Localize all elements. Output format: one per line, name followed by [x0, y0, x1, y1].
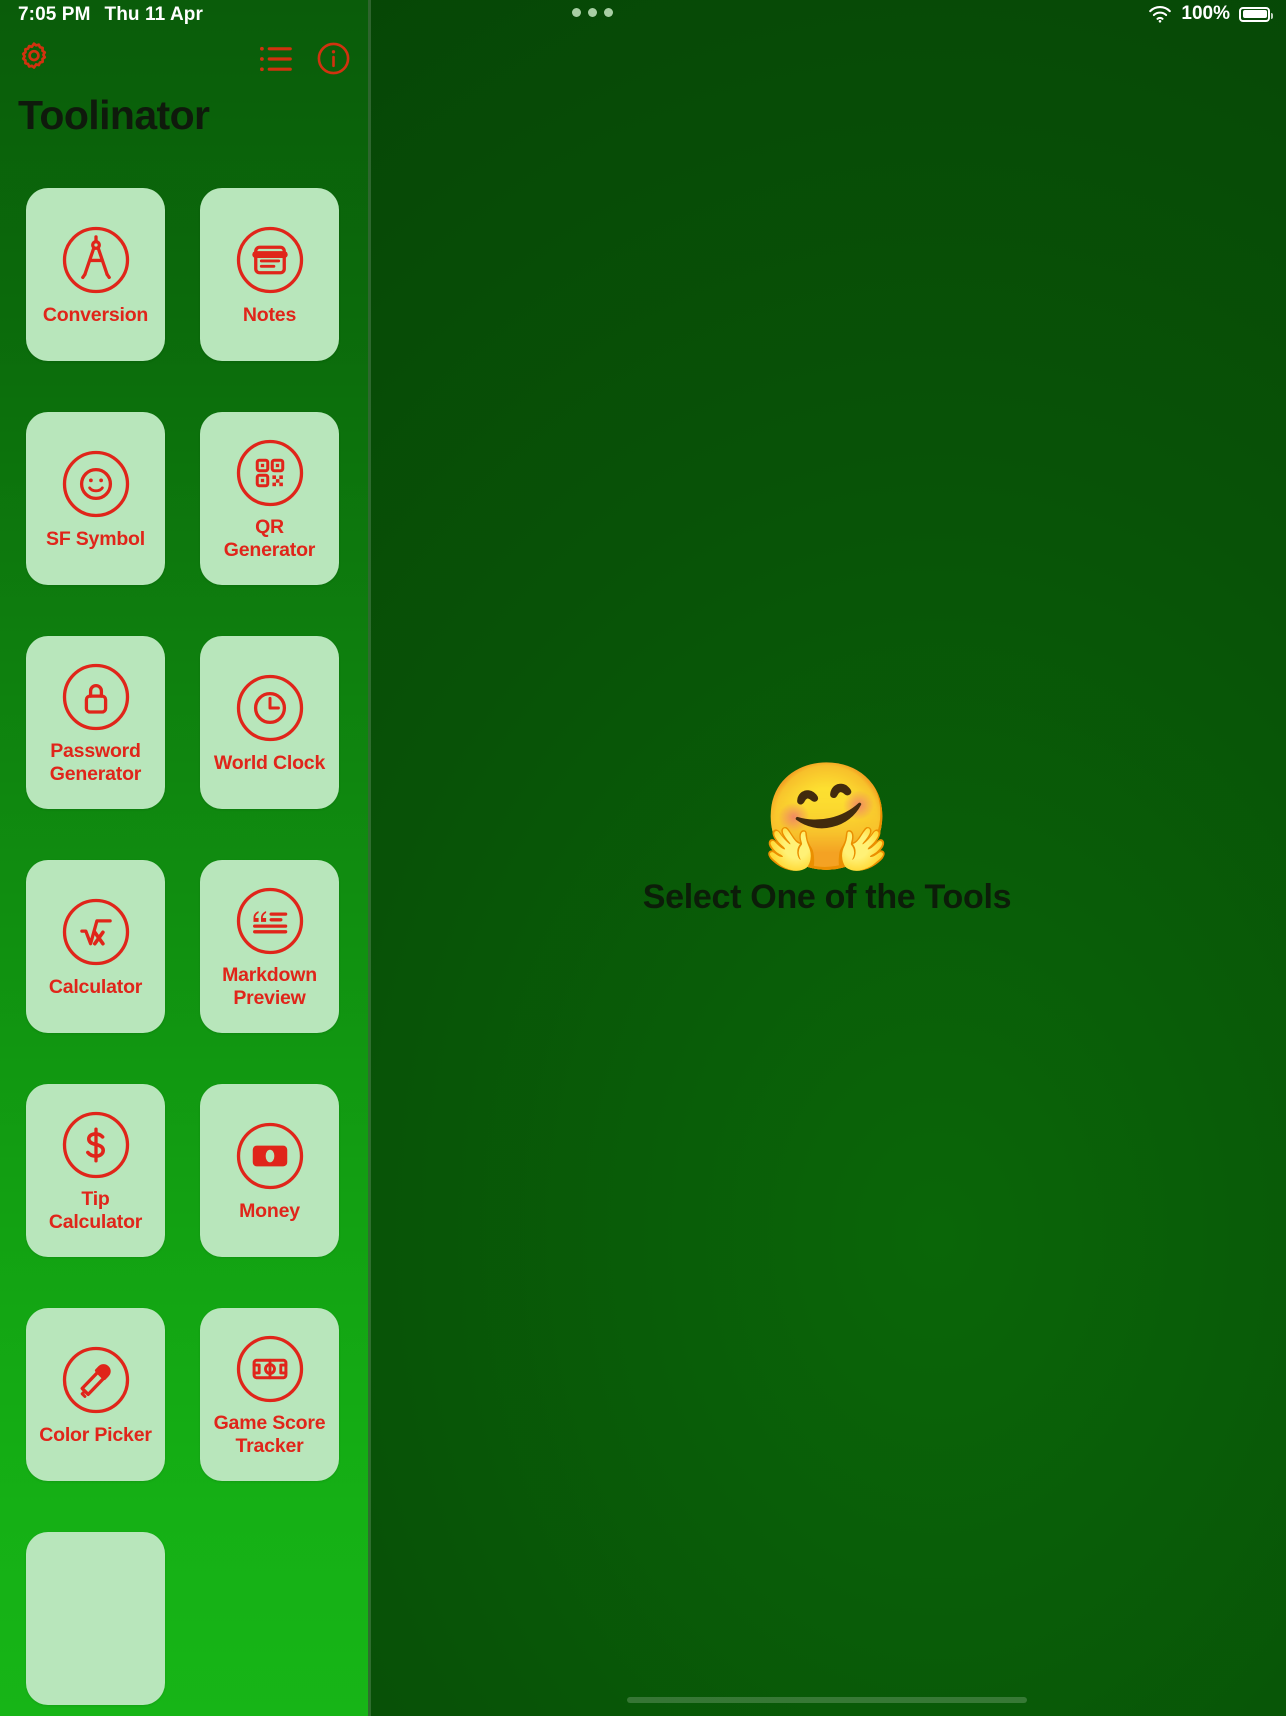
tool-card-label: Color Picker — [39, 1423, 152, 1446]
clock-icon — [232, 671, 307, 746]
tool-card-label: World Clock — [213, 751, 326, 774]
sidebar-toolbar — [0, 38, 368, 78]
empty-state-text: Select One of the Tools — [642, 878, 1012, 917]
tool-card-label: Notes — [242, 303, 297, 326]
info-circle-icon[interactable] — [316, 41, 351, 81]
page-title: Toolinator — [18, 92, 210, 138]
lock-icon — [58, 659, 133, 734]
tool-card-color-picker[interactable]: Color Picker — [26, 1308, 165, 1481]
tool-card-password-generator[interactable]: Password Generator — [26, 636, 165, 809]
tool-grid: Conversion Notes SF Symbol QR Generator … — [26, 188, 346, 1705]
compass-drafting-icon — [58, 223, 133, 298]
tool-card-markdown-preview[interactable]: Markdown Preview — [200, 860, 339, 1033]
smiley-face-icon — [58, 447, 133, 522]
qr-code-icon — [232, 435, 307, 510]
sports-field-icon — [232, 1331, 307, 1406]
tool-card-tip-calculator[interactable]: Tip Calculator — [26, 1084, 165, 1257]
detail-pane: 🤗 Select One of the Tools — [368, 0, 1286, 1716]
banknote-icon — [232, 1119, 307, 1194]
dollar-sign-icon — [58, 1107, 133, 1182]
quote-lines-icon — [232, 883, 307, 958]
tool-card-label: QR Generator — [223, 516, 316, 561]
tool-card-label: SF Symbol — [46, 527, 145, 550]
eyedropper-icon — [58, 1343, 133, 1418]
list-bullet-icon[interactable] — [258, 44, 294, 79]
tool-card-label: Markdown Preview — [222, 964, 317, 1009]
tool-card-label: Money — [239, 1199, 300, 1222]
tool-card-qr-generator[interactable]: QR Generator — [200, 412, 339, 585]
tool-card-money[interactable]: Money — [200, 1084, 339, 1257]
tool-card-game-score-tracker[interactable]: Game Score Tracker — [200, 1308, 339, 1481]
ipad-split-view-app: Toolinator Conversion Notes SF Symbol QR… — [0, 0, 1286, 1716]
tool-card-calculator[interactable]: Calculator — [26, 860, 165, 1033]
note-text-icon — [232, 223, 307, 298]
tool-card-conversion[interactable]: Conversion — [26, 188, 165, 361]
square-root-icon — [58, 895, 133, 970]
tool-card-sf-symbol[interactable]: SF Symbol — [26, 412, 165, 585]
tool-card-label: Conversion — [42, 303, 149, 326]
sidebar: Toolinator Conversion Notes SF Symbol QR… — [0, 0, 368, 1716]
tool-card-label: Game Score Tracker — [213, 1412, 326, 1457]
empty-state: 🤗 Select One of the Tools — [368, 762, 1286, 917]
home-indicator[interactable] — [627, 1697, 1027, 1703]
gear-icon[interactable] — [17, 40, 51, 79]
tool-card-notes[interactable]: Notes — [200, 188, 339, 361]
tool-card-label: Calculator — [48, 975, 143, 998]
tool-card-label: Password Generator — [49, 740, 142, 785]
tool-card-world-clock[interactable]: World Clock — [200, 636, 339, 809]
hugging-face-emoji: 🤗 — [761, 756, 893, 878]
tool-card-partial[interactable] — [26, 1532, 165, 1705]
tool-card-label: Tip Calculator — [48, 1188, 143, 1233]
